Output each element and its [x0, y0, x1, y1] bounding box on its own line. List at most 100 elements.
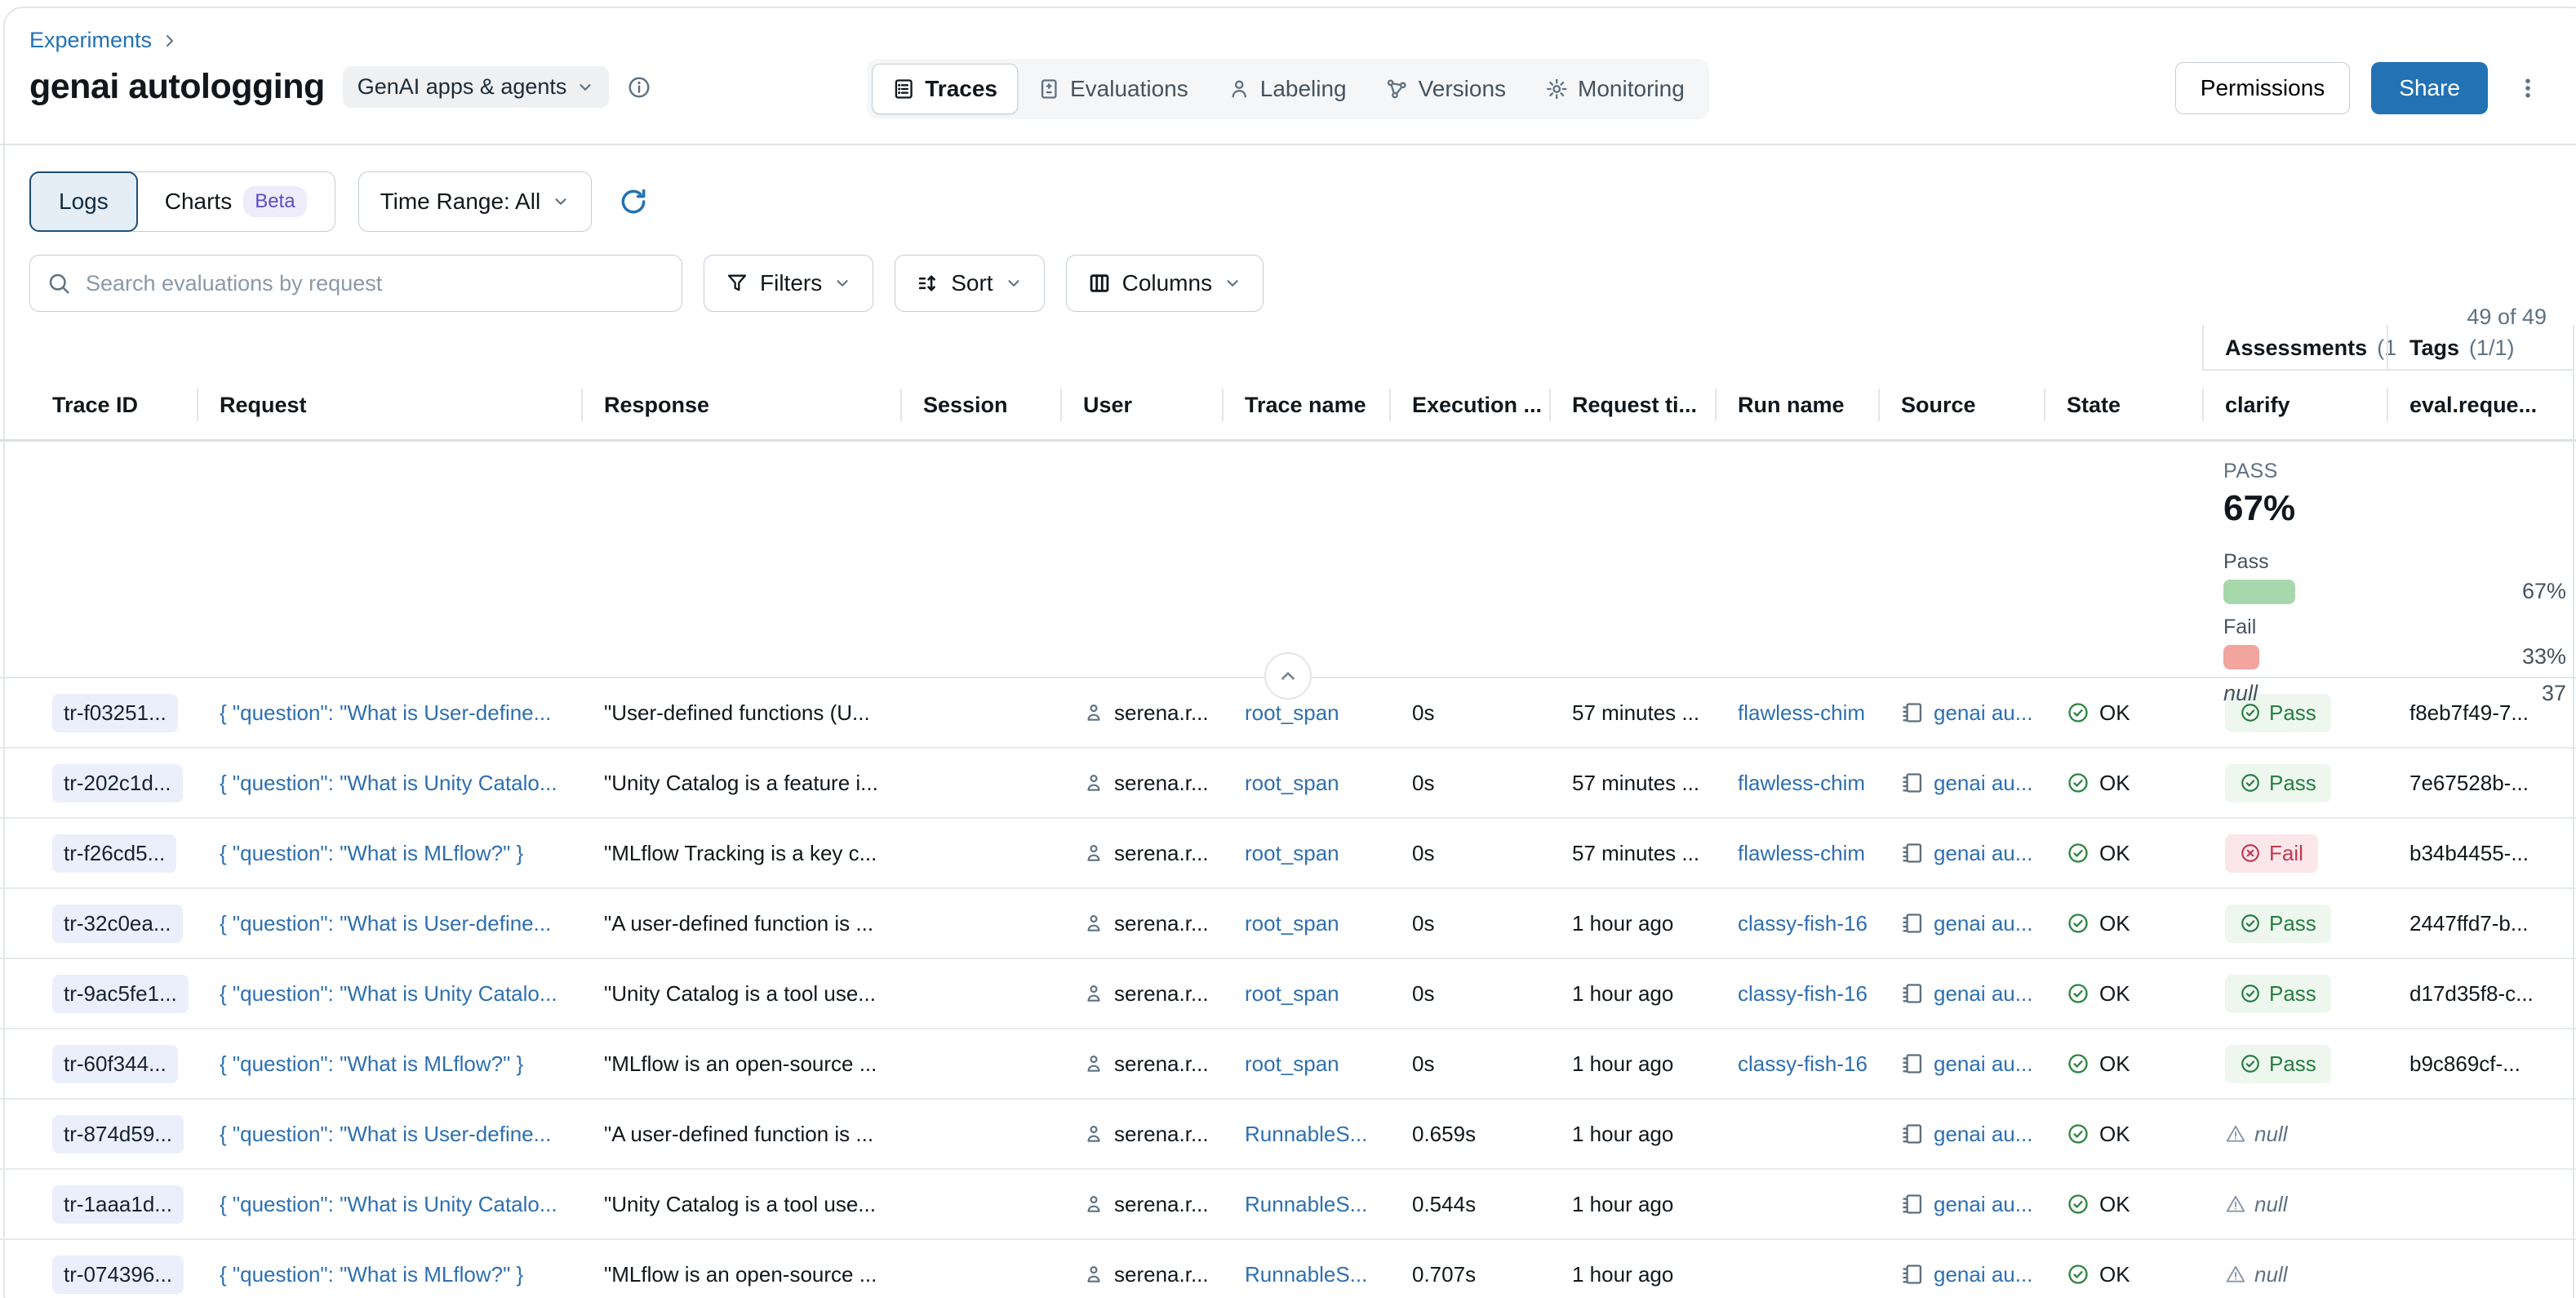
tags-group-count: (1/1) [2469, 336, 2515, 361]
search-input[interactable] [84, 270, 665, 297]
request-link[interactable]: { "question": "What is Unity Catalo... [220, 771, 557, 796]
column-header-user[interactable]: User [1060, 371, 1222, 439]
column-header-run-name[interactable]: Run name [1715, 371, 1878, 439]
trace-name-link[interactable]: RunnableS... [1245, 1122, 1367, 1147]
column-header-execution[interactable]: Execution ... [1389, 371, 1549, 439]
kebab-menu-icon[interactable] [2509, 69, 2547, 107]
table-row[interactable]: tr-9ac5fe1... { "question": "What is Uni… [0, 959, 2576, 1029]
collapse-summary-button[interactable] [1264, 652, 1312, 700]
state-text: OK [2099, 1262, 2130, 1287]
run-name-link[interactable]: flawless-chim [1738, 841, 1865, 866]
experiment-type-dropdown[interactable]: GenAI apps & agents [343, 66, 610, 108]
null-legend-label: null [2223, 681, 2258, 706]
source-link[interactable]: genai au... [1934, 700, 2032, 726]
request-link[interactable]: { "question": "What is User-define... [220, 1122, 551, 1147]
run-name-link[interactable]: classy-fish-16 [1738, 981, 1868, 1007]
column-header-request[interactable]: Request [197, 371, 581, 439]
execution-time-text: 0s [1412, 771, 1434, 796]
state-text: OK [2099, 911, 2130, 936]
check-circle-icon [2240, 913, 2261, 934]
source-link[interactable]: genai au... [1934, 1122, 2032, 1147]
filters-button[interactable]: Filters [704, 255, 873, 312]
column-header-request-time[interactable]: Request ti... [1549, 371, 1715, 439]
user-icon [1083, 1194, 1104, 1215]
source-link[interactable]: genai au... [1934, 841, 2032, 866]
request-link[interactable]: { "question": "What is MLflow?" } [220, 1051, 523, 1077]
column-header-trace-id[interactable]: Trace ID [29, 371, 197, 439]
source-link[interactable]: genai au... [1934, 911, 2032, 936]
columns-button[interactable]: Columns [1066, 255, 1264, 312]
trace-id-link[interactable]: tr-60f344... [52, 1045, 178, 1083]
trace-id-link[interactable]: tr-f26cd5... [52, 834, 176, 873]
tab-monitoring[interactable]: Monitoring [1526, 64, 1704, 113]
trace-id-link[interactable]: tr-202c1d... [52, 764, 183, 802]
run-name-link[interactable]: classy-fish-16 [1738, 911, 1868, 936]
trace-id-link[interactable]: tr-f03251... [52, 694, 178, 732]
run-name-link[interactable]: flawless-chim [1738, 771, 1865, 796]
charts-view-toggle[interactable]: Charts Beta [137, 172, 335, 231]
table-row[interactable]: tr-874d59... { "question": "What is User… [0, 1100, 2576, 1170]
source-link[interactable]: genai au... [1934, 1262, 2032, 1287]
tab-versions[interactable]: Versions [1366, 64, 1526, 113]
table-row[interactable]: tr-60f344... { "question": "What is MLfl… [0, 1029, 2576, 1100]
trace-id-link[interactable]: tr-874d59... [52, 1115, 184, 1154]
column-header-trace-name[interactable]: Trace name [1222, 371, 1389, 439]
refresh-icon[interactable] [615, 183, 652, 220]
trace-name-link[interactable]: root_span [1245, 911, 1339, 936]
trace-name-link[interactable]: root_span [1245, 841, 1339, 866]
search-box [29, 255, 682, 312]
execution-time-text: 0s [1412, 911, 1434, 936]
table-row[interactable]: tr-202c1d... { "question": "What is Unit… [0, 749, 2576, 819]
source-link[interactable]: genai au... [1934, 981, 2032, 1007]
source-link[interactable]: genai au... [1934, 1192, 2032, 1217]
trace-name-link[interactable]: RunnableS... [1245, 1262, 1367, 1287]
request-link[interactable]: { "question": "What is User-define... [220, 911, 551, 936]
trace-name-link[interactable]: RunnableS... [1245, 1192, 1367, 1217]
run-name-link[interactable]: flawless-chim [1738, 700, 1865, 726]
table-row[interactable]: tr-074396... { "question": "What is MLfl… [0, 1240, 2576, 1298]
request-link[interactable]: { "question": "What is MLflow?" } [220, 1262, 523, 1287]
tab-traces[interactable]: Traces [872, 64, 1018, 114]
sort-button[interactable]: Sort [895, 255, 1044, 312]
trace-name-link[interactable]: root_span [1245, 981, 1339, 1007]
column-header-source[interactable]: Source [1878, 371, 2044, 439]
source-link[interactable]: genai au... [1934, 1051, 2032, 1077]
table-row[interactable]: tr-f26cd5... { "question": "What is MLfl… [0, 819, 2576, 889]
column-header-eval-request-id[interactable]: eval.reque... [2387, 371, 2574, 439]
share-button[interactable]: Share [2371, 62, 2488, 114]
trace-name-link[interactable]: root_span [1245, 700, 1339, 726]
column-header-state[interactable]: State [2044, 371, 2202, 439]
time-range-dropdown[interactable]: Time Range: All [358, 171, 593, 232]
chevron-down-icon [833, 274, 851, 292]
request-link[interactable]: { "question": "What is MLflow?" } [220, 841, 523, 866]
state-text: OK [2099, 1051, 2130, 1077]
tab-evaluations[interactable]: Evaluations [1018, 64, 1208, 113]
x-circle-icon [2240, 842, 2261, 864]
trace-name-link[interactable]: root_span [1245, 771, 1339, 796]
assessment-pass-badge: Pass [2225, 905, 2331, 943]
request-link[interactable]: { "question": "What is Unity Catalo... [220, 981, 557, 1007]
warning-triangle-icon [2225, 1194, 2246, 1215]
request-link[interactable]: { "question": "What is Unity Catalo... [220, 1192, 557, 1217]
null-legend-count: 37 [2436, 681, 2566, 706]
run-name-link[interactable]: classy-fish-16 [1738, 1051, 1868, 1077]
request-link[interactable]: { "question": "What is User-define... [220, 700, 551, 726]
table-row[interactable]: tr-1aaa1d... { "question": "What is Unit… [0, 1170, 2576, 1240]
trace-name-link[interactable]: root_span [1245, 1051, 1339, 1077]
chevron-down-icon [1224, 274, 1241, 292]
trace-id-link[interactable]: tr-9ac5fe1... [52, 975, 189, 1013]
trace-id-link[interactable]: tr-32c0ea... [52, 905, 183, 943]
logs-view-toggle[interactable]: Logs [29, 171, 138, 232]
permissions-button[interactable]: Permissions [2175, 62, 2350, 114]
info-icon[interactable] [627, 75, 651, 100]
trace-id-link[interactable]: tr-074396... [52, 1256, 184, 1294]
breadcrumb-experiments-link[interactable]: Experiments [29, 28, 152, 53]
source-link[interactable]: genai au... [1934, 771, 2032, 796]
tab-labeling[interactable]: Labeling [1208, 64, 1366, 113]
column-header-response[interactable]: Response [581, 371, 900, 439]
table-row[interactable]: tr-32c0ea... { "question": "What is User… [0, 889, 2576, 959]
pass-bar [2223, 580, 2295, 604]
column-header-clarify[interactable]: clarify [2202, 371, 2387, 439]
column-header-session[interactable]: Session [900, 371, 1060, 439]
trace-id-link[interactable]: tr-1aaa1d... [52, 1185, 184, 1224]
